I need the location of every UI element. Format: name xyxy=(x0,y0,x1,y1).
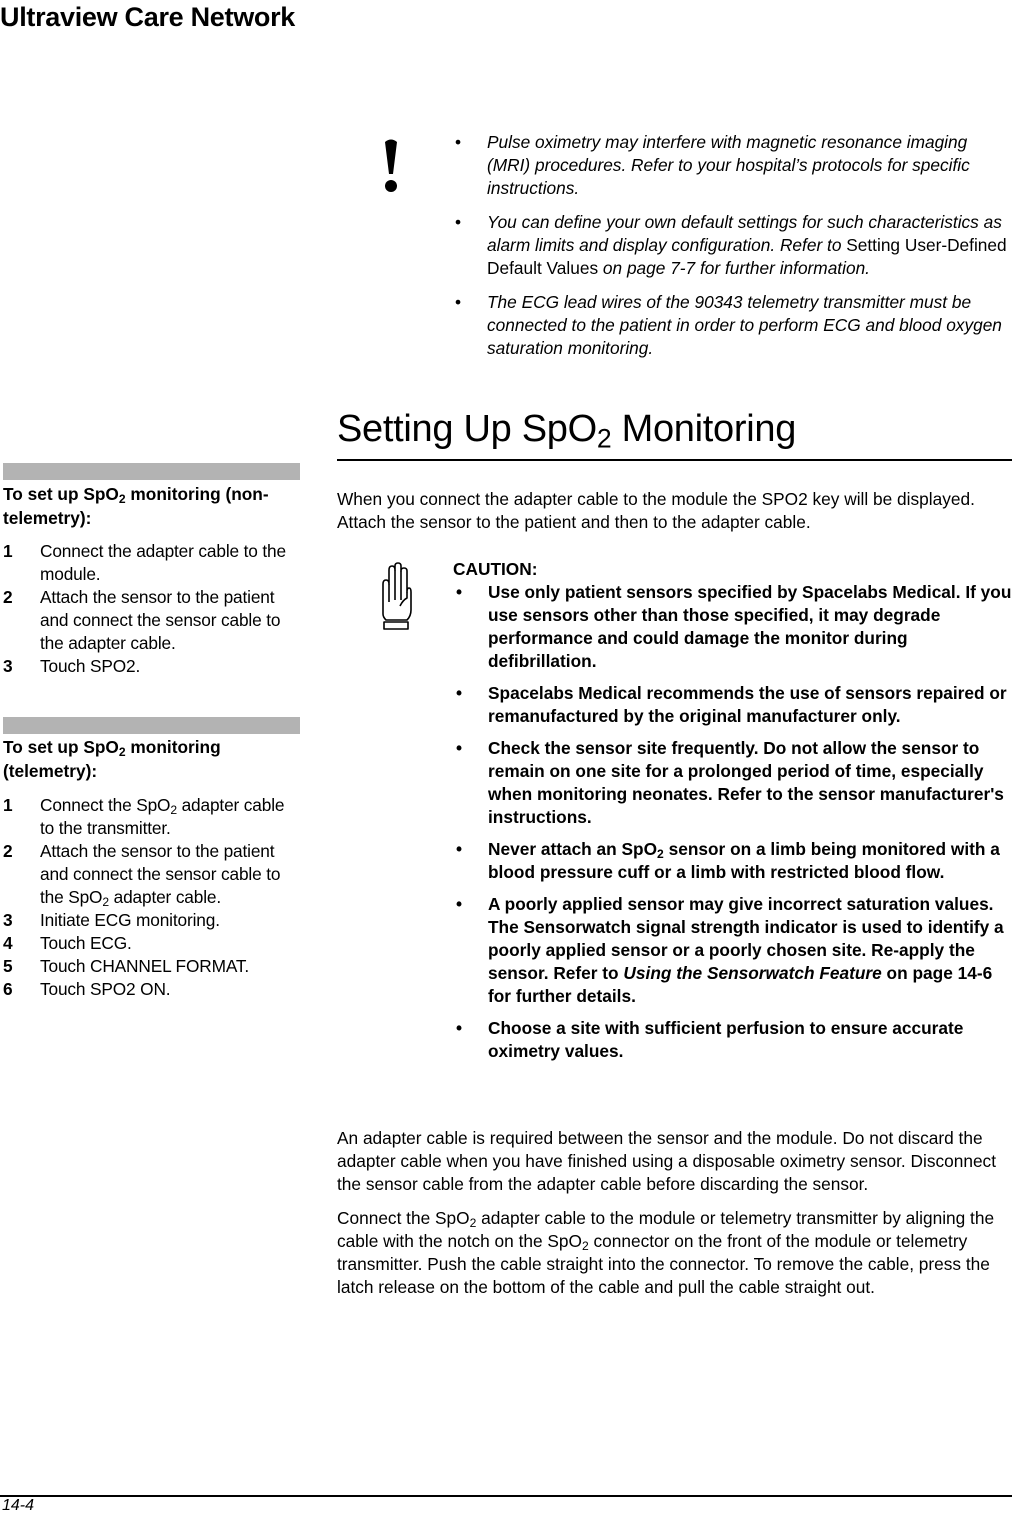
step-text: Touch SPO2 ON. xyxy=(40,979,171,999)
procedure-step: 1 Connect the SpO2 adapter cable to the t… xyxy=(3,794,303,840)
hand-stop-icon xyxy=(382,562,412,630)
subscript: 2 xyxy=(118,492,126,507)
heading-text: To set up SpO xyxy=(3,737,119,757)
subscript: 2 xyxy=(170,803,177,818)
caution-text: Use only patient sensors specified by Sp… xyxy=(488,582,1012,671)
heading-text: To set up SpO xyxy=(3,484,119,504)
bullet: • xyxy=(455,212,462,232)
bullet: • xyxy=(456,738,463,758)
subscript: 2 xyxy=(657,847,664,862)
document-title: Ultraview Care Network xyxy=(0,2,296,32)
procedure-step: 1 Connect the adapter cable to the module… xyxy=(3,540,303,586)
procedure-step: 6 Touch SPO2 ON. xyxy=(3,978,303,1001)
step-number: 1 xyxy=(3,795,13,815)
adapter-paragraph: An adapter cable is required between the… xyxy=(337,1128,996,1194)
procedure-step: 2 Attach the sensor to the patient and co… xyxy=(3,586,303,655)
note-text: Pulse oximetry may interfere with magnet… xyxy=(487,132,970,198)
caution-item: • Never attach an SpO2 sensor on a limb b… xyxy=(453,838,1012,884)
note-item: • The ECG lead wires of the 90343 teleme… xyxy=(451,291,1011,360)
connect-paragraph: Connect the SpO2 adapter cable to the mo… xyxy=(337,1207,1012,1299)
step-number: 3 xyxy=(3,910,13,930)
section-title-text: Monitoring xyxy=(611,408,797,450)
step-text: Touch SPO2. xyxy=(40,656,141,676)
paragraph-text: Connect the SpO xyxy=(337,1208,470,1228)
caution-text: Choose a site with sufficient perfusion … xyxy=(488,1018,964,1061)
note-item: • You can define your own default settin… xyxy=(451,211,1011,280)
step-text: Attach the sensor to the patient and con… xyxy=(40,841,281,910)
bullet: • xyxy=(456,839,463,859)
section-divider xyxy=(337,459,1012,461)
caution-item: • Check the sensor site frequently. Do no… xyxy=(453,737,1012,829)
caution-item: • A poorly applied sensor may give incorr… xyxy=(453,893,1012,1008)
subscript: 2 xyxy=(102,895,109,910)
step-number: 6 xyxy=(3,979,13,999)
step-text: Connect the SpO2 adapter cable to the tr… xyxy=(40,795,285,838)
bullet: • xyxy=(455,132,462,152)
procedure-step: 3 Touch SPO2. xyxy=(3,655,303,678)
bullet: • xyxy=(456,683,463,703)
procedure-steps: 1 Connect the SpO2 adapter cable to the t… xyxy=(3,794,303,1001)
intro-paragraph: When you connect the adapter cable to th… xyxy=(337,489,975,532)
caution-item: • Spacelabs Medical recommends the use of… xyxy=(453,682,1012,728)
step-number: 2 xyxy=(3,841,13,861)
procedure-steps: 1 Connect the adapter cable to the module… xyxy=(3,540,303,678)
procedure-bar xyxy=(3,463,300,480)
caution-text: Never attach an SpO xyxy=(488,839,658,859)
step-number: 5 xyxy=(3,956,13,976)
step-number: 1 xyxy=(3,541,13,561)
subscript: 2 xyxy=(581,1239,589,1254)
note-list: • Pulse oximetry may interfere with magn… xyxy=(451,131,1011,371)
subscript: 2 xyxy=(118,745,126,760)
caution-block: CAUTION: • Use only patient sensors speci… xyxy=(453,558,1012,1072)
caution-label: CAUTION: xyxy=(453,559,538,579)
step-text: Attach the sensor to the patient and con… xyxy=(40,587,281,653)
bullet: • xyxy=(456,1018,463,1038)
step-text: Touch ECG. xyxy=(40,933,132,953)
section-title-text: Setting Up SpO xyxy=(337,408,597,450)
procedure-bar xyxy=(3,717,300,734)
step-number: 3 xyxy=(3,656,13,676)
caution-text: Check the sensor site frequently. Do not… xyxy=(488,738,1004,827)
exclamation-icon xyxy=(385,139,397,192)
caution-list: • Use only patient sensors specified by S… xyxy=(453,581,1012,1063)
procedure-heading: To set up SpO2 monitoring (telemetry): xyxy=(3,735,303,783)
step-number: 4 xyxy=(3,933,13,953)
note-item: • Pulse oximetry may interfere with magn… xyxy=(451,131,1011,200)
procedure-step: 2 Attach the sensor to the patient and co… xyxy=(3,840,303,909)
procedure-heading: To set up SpO2 monitoring (non-telemetry… xyxy=(3,482,303,530)
caution-item: • Use only patient sensors specified by S… xyxy=(453,581,1012,673)
procedure-step: 4 Touch ECG. xyxy=(3,932,303,955)
caution-item: • Choose a site with sufficient perfusion… xyxy=(453,1017,1012,1063)
bullet: • xyxy=(456,582,463,602)
procedure-step: 3 Initiate ECG monitoring. xyxy=(3,909,303,932)
step-text: Connect the adapter cable to the module. xyxy=(40,541,286,584)
page-number: 14-4 xyxy=(2,1497,35,1514)
bullet: • xyxy=(456,894,463,914)
cross-reference-link[interactable]: Using the Sensorwatch Feature xyxy=(623,963,881,983)
step-text: Initiate ECG monitoring. xyxy=(40,910,220,930)
footer-divider xyxy=(0,1495,1012,1497)
procedure-step: 5 Touch CHANNEL FORMAT. xyxy=(3,955,303,978)
note-text: on page 7-7 for further information. xyxy=(598,258,870,278)
section-title: Setting Up SpO2 Monitoring xyxy=(337,408,797,454)
caution-text: Spacelabs Medical recommends the use of … xyxy=(488,683,1007,726)
bullet: • xyxy=(455,292,462,312)
note-text: The ECG lead wires of the 90343 telemetr… xyxy=(487,292,1002,358)
step-number: 2 xyxy=(3,587,13,607)
subscript: 2 xyxy=(596,423,612,454)
step-text: Touch CHANNEL FORMAT. xyxy=(40,956,250,976)
